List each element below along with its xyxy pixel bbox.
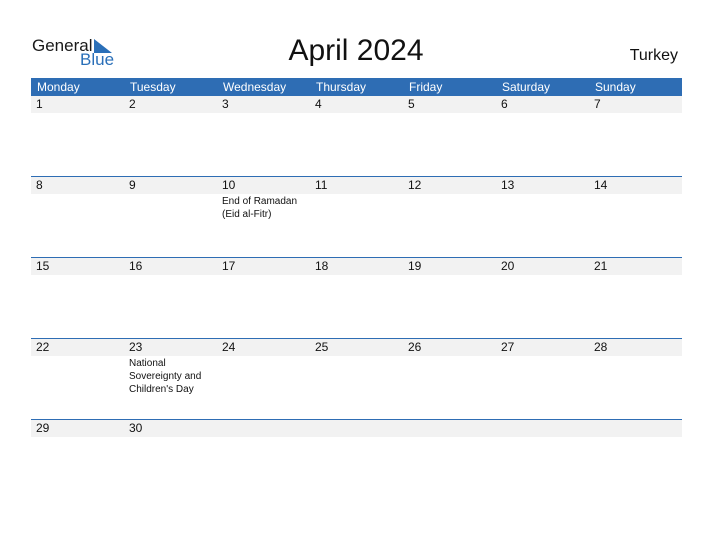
day-number: 12 [403,177,496,194]
day-number: 7 [589,96,682,113]
week-row: 22 23 National Sovereignty and Children's … [31,338,682,396]
day-cell: 16 [124,258,217,275]
day-cell [589,420,682,437]
day-number: 27 [496,339,589,356]
day-number: 15 [31,258,124,275]
week-row: 29 30 [31,419,682,437]
day-cell: 12 [403,177,496,221]
day-number: 8 [31,177,124,194]
day-cell: 30 [124,420,217,437]
day-number: 23 [124,339,217,356]
day-number [403,420,496,437]
day-number: 18 [310,258,403,275]
day-number: 1 [31,96,124,113]
day-cell: 29 [31,420,124,437]
day-cell: 11 [310,177,403,221]
day-cell [217,420,310,437]
day-cell [403,420,496,437]
day-number: 13 [496,177,589,194]
weekday-sunday: Sunday [595,80,636,94]
weekday-saturday: Saturday [502,80,551,94]
day-number: 19 [403,258,496,275]
day-cell: 28 [589,339,682,396]
day-number: 21 [589,258,682,275]
day-cell: 2 [124,96,217,113]
day-cell: 27 [496,339,589,396]
holiday-label: End of Ramadan (Eid al-Fitr) [222,196,298,220]
day-cell: 13 [496,177,589,221]
page-title: April 2024 [288,34,424,67]
day-cell: 1 [31,96,124,113]
day-cell: 24 [217,339,310,396]
day-number: 14 [589,177,682,194]
day-number [310,420,403,437]
day-number: 29 [31,420,124,437]
day-cell: 5 [403,96,496,113]
day-cell [310,420,403,437]
day-cell: 10 End of Ramadan (Eid al-Fitr) [217,177,310,221]
weekday-thursday: Thursday [316,80,367,94]
day-cell: 17 [217,258,310,275]
day-number: 5 [403,96,496,113]
day-cell: 21 [589,258,682,275]
day-cell: 25 [310,339,403,396]
day-cell: 9 [124,177,217,221]
day-cell: 14 [589,177,682,221]
day-number: 11 [310,177,403,194]
day-number: 6 [496,96,589,113]
weekday-tuesday: Tuesday [130,80,176,94]
day-number: 26 [403,339,496,356]
day-cell: 23 National Sovereignty and Children's Da… [124,339,217,396]
day-number [217,420,310,437]
day-cell: 15 [31,258,124,275]
day-cell: 20 [496,258,589,275]
day-cell: 19 [403,258,496,275]
day-cell: 6 [496,96,589,113]
day-number: 25 [310,339,403,356]
day-number: 2 [124,96,217,113]
day-cell: 18 [310,258,403,275]
day-number [496,420,589,437]
day-cell: 3 [217,96,310,113]
day-number: 30 [124,420,217,437]
day-number: 16 [124,258,217,275]
day-cell [496,420,589,437]
country-label: Turkey [629,47,678,64]
day-cell: 4 [310,96,403,113]
day-number: 4 [310,96,403,113]
weekday-header: Monday Tuesday Wednesday Thursday Friday… [31,78,682,96]
weekday-friday: Friday [409,80,443,94]
day-number: 22 [31,339,124,356]
day-number: 3 [217,96,310,113]
day-number: 17 [217,258,310,275]
weekday-wednesday: Wednesday [223,80,287,94]
day-number: 28 [589,339,682,356]
day-number: 9 [124,177,217,194]
day-cell: 7 [589,96,682,113]
day-number: 24 [217,339,310,356]
day-number: 10 [217,177,310,194]
weekday-monday: Monday [37,80,80,94]
week-row: 8 9 10 End of Ramadan (Eid al-Fitr) 11 12 13 14 [31,176,682,221]
week-row: 15 16 17 18 19 20 21 [31,257,682,275]
day-cell: 26 [403,339,496,396]
day-number [589,420,682,437]
holiday-label: National Sovereignty and Children's Day [129,358,202,395]
day-cell: 22 [31,339,124,396]
week-row: 1234567 [31,96,682,113]
day-number: 20 [496,258,589,275]
day-cell: 8 [31,177,124,221]
